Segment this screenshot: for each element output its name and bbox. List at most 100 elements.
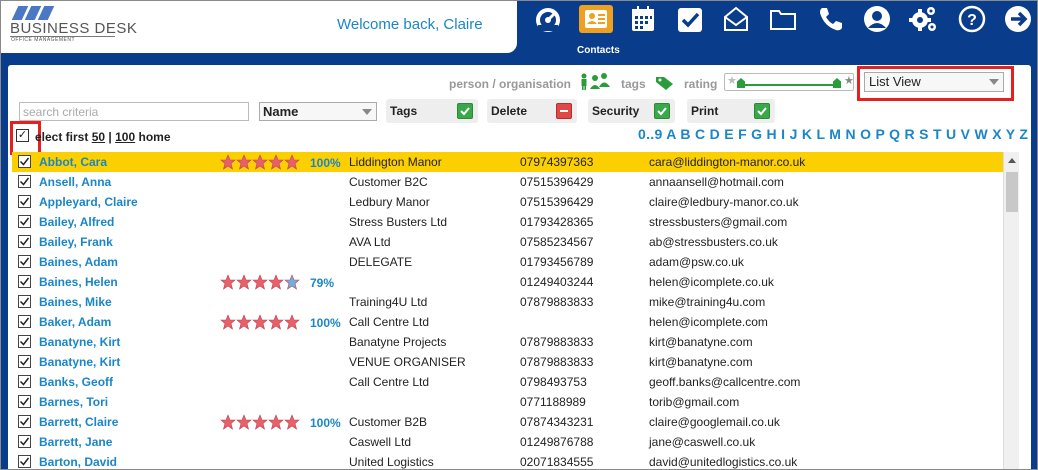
minus-icon[interactable]: [556, 103, 572, 119]
table-row[interactable]: Baines, Mike Training4U Ltd 07879883833 mik…: [12, 292, 1003, 312]
rating-range-slider[interactable]: ★ ★: [724, 73, 854, 91]
mail-icon[interactable]: [721, 5, 751, 33]
folder-icon[interactable]: [768, 5, 798, 33]
row-checkbox[interactable]: [18, 355, 31, 368]
tag-icon[interactable]: [655, 75, 675, 94]
row-checkbox[interactable]: [18, 455, 31, 468]
alpha-filter-u[interactable]: U: [946, 126, 956, 142]
contact-name-link[interactable]: Abbot, Cara: [39, 155, 107, 169]
alpha-filter-i[interactable]: I: [781, 126, 785, 142]
alpha-filter-l[interactable]: L: [816, 126, 825, 142]
select-first-100-link[interactable]: 100: [115, 130, 135, 144]
alpha-filter-d[interactable]: D: [710, 126, 720, 142]
alpha-filter-c[interactable]: C: [695, 126, 705, 142]
search-field-select[interactable]: Name: [259, 102, 377, 121]
tags-toggle[interactable]: Tags: [386, 99, 478, 123]
alpha-filter-r[interactable]: R: [905, 126, 915, 142]
calendar-icon[interactable]: [628, 5, 658, 33]
table-row[interactable]: Banatyne, Kirt VENUE ORGANISER 07879883833…: [12, 352, 1003, 372]
checkmark-icon[interactable]: [654, 103, 670, 119]
row-checkbox[interactable]: [18, 275, 31, 288]
contact-name-link[interactable]: Banks, Geoff: [39, 375, 113, 389]
alpha-filter-digits[interactable]: 0..9: [638, 126, 663, 142]
row-checkbox[interactable]: [18, 155, 31, 168]
contact-name-link[interactable]: Baker, Adam: [39, 315, 111, 329]
table-row[interactable]: Barton, David United Logistics 02071834555…: [12, 452, 1003, 469]
row-checkbox[interactable]: [18, 375, 31, 388]
contact-name-link[interactable]: Banatyne, Kirt: [39, 335, 120, 349]
checkmark-icon[interactable]: [457, 103, 473, 119]
alpha-filter-t[interactable]: T: [933, 126, 942, 142]
contact-name-link[interactable]: Baines, Helen: [39, 275, 118, 289]
table-row[interactable]: Banks, Geoff Call Centre Ltd 0798493753 geo…: [12, 372, 1003, 392]
security-toggle[interactable]: Security: [588, 99, 675, 123]
contact-name-link[interactable]: Ansell, Anna: [39, 175, 111, 189]
scroll-up-arrow-icon[interactable]: [1008, 158, 1016, 163]
person-filter-icon[interactable]: [579, 73, 613, 94]
list-scrollbar[interactable]: [1003, 152, 1019, 469]
slider-max-handle[interactable]: [833, 78, 841, 88]
contact-name-link[interactable]: Barton, David: [39, 455, 117, 469]
alpha-filter-g[interactable]: G: [751, 126, 762, 142]
table-row[interactable]: Abbot, Cara 100% Liddington Manor 079743973…: [12, 152, 1003, 172]
alpha-filter-m[interactable]: M: [829, 126, 841, 142]
select-first-home[interactable]: home: [138, 130, 170, 144]
row-checkbox[interactable]: [18, 295, 31, 308]
contact-name-link[interactable]: Baines, Adam: [39, 255, 118, 269]
alpha-filter-n[interactable]: N: [845, 126, 855, 142]
alpha-filter-b[interactable]: B: [680, 126, 690, 142]
delete-toggle[interactable]: Delete: [487, 99, 577, 123]
help-icon[interactable]: ?: [957, 5, 987, 33]
alpha-filter-k[interactable]: K: [802, 126, 812, 142]
contact-name-link[interactable]: Barnes, Tori: [39, 395, 108, 409]
row-checkbox[interactable]: [18, 315, 31, 328]
phone-icon[interactable]: [815, 5, 845, 33]
contact-name-link[interactable]: Bailey, Frank: [39, 235, 113, 249]
alpha-filter-f[interactable]: F: [738, 126, 747, 142]
alpha-filter-s[interactable]: S: [919, 126, 929, 142]
tasks-checkbox-icon[interactable]: [675, 5, 705, 33]
alpha-filter-z[interactable]: Z: [1019, 126, 1028, 142]
slider-min-handle[interactable]: [737, 78, 745, 88]
table-row[interactable]: Bailey, Alfred Stress Busters Ltd 01793428…: [12, 212, 1003, 232]
select-first-50-link[interactable]: 50: [92, 130, 105, 144]
alpha-filter-h[interactable]: H: [767, 126, 777, 142]
logout-arrow-icon[interactable]: [1003, 5, 1033, 33]
table-row[interactable]: Barrett, Jane Caswell Ltd 01249876788 jane@…: [12, 432, 1003, 452]
alpha-filter-y[interactable]: Y: [1006, 126, 1015, 142]
table-row[interactable]: Baker, Adam 100% Call Centre Ltd helen@icom…: [12, 312, 1003, 332]
table-row[interactable]: Barnes, Tori 0771188989 torib@gmail.com: [12, 392, 1003, 412]
table-row[interactable]: Banatyne, Kirt Banatyne Projects 078798838…: [12, 332, 1003, 352]
contact-name-link[interactable]: Banatyne, Kirt: [39, 355, 120, 369]
table-row[interactable]: Ansell, Anna Customer B2C 07515396429 annaa…: [12, 172, 1003, 192]
scroll-thumb[interactable]: [1006, 172, 1018, 212]
nav-active-label[interactable]: Contacts: [577, 45, 620, 56]
search-input[interactable]: [19, 102, 249, 121]
row-checkbox[interactable]: [18, 235, 31, 248]
alpha-filter-a[interactable]: A: [666, 126, 676, 142]
alpha-filter-w[interactable]: W: [975, 126, 989, 142]
contact-name-link[interactable]: Appleyard, Claire: [39, 195, 138, 209]
row-checkbox[interactable]: [18, 195, 31, 208]
table-row[interactable]: Appleyard, Claire Ledbury Manor 0751539642…: [12, 192, 1003, 212]
contact-name-link[interactable]: Barrett, Claire: [39, 415, 118, 429]
row-checkbox[interactable]: [18, 175, 31, 188]
row-checkbox[interactable]: [18, 255, 31, 268]
user-profile-icon[interactable]: [862, 5, 892, 33]
alpha-filter-x[interactable]: X: [992, 126, 1002, 142]
settings-gears-icon[interactable]: [908, 5, 938, 33]
logo-title[interactable]: BUSINESS DESK: [10, 20, 137, 37]
contact-name-link[interactable]: Baines, Mike: [39, 295, 112, 309]
contacts-icon[interactable]: [579, 5, 613, 33]
checkmark-icon[interactable]: [754, 103, 770, 119]
contact-name-link[interactable]: Barrett, Jane: [39, 435, 112, 449]
alpha-filter-v[interactable]: V: [961, 126, 971, 142]
table-row[interactable]: Baines, Helen 79% 01249403244 helen@icomple…: [12, 272, 1003, 292]
alpha-filter-e[interactable]: E: [724, 126, 734, 142]
alpha-filter-j[interactable]: J: [790, 126, 798, 142]
alpha-filter-p[interactable]: P: [876, 126, 885, 142]
alpha-filter-o[interactable]: O: [860, 126, 871, 142]
row-checkbox[interactable]: [18, 335, 31, 348]
row-checkbox[interactable]: [18, 395, 31, 408]
contact-name-link[interactable]: Bailey, Alfred: [39, 215, 114, 229]
